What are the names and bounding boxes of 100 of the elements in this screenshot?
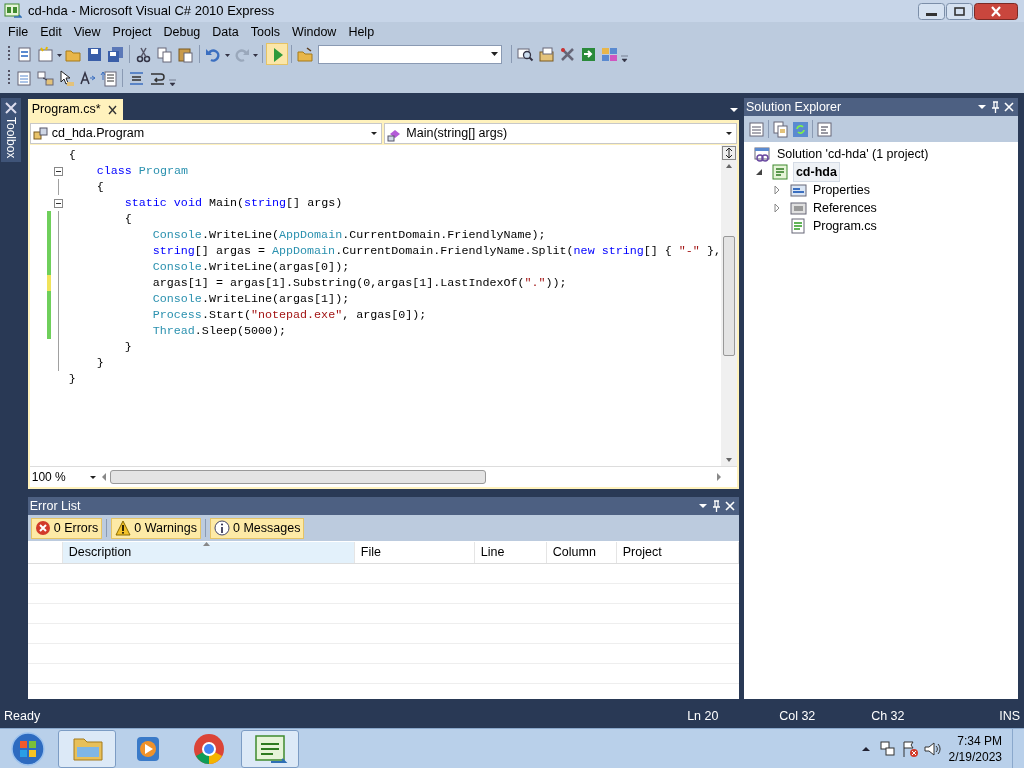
close-icon[interactable] xyxy=(1002,100,1016,114)
minimize-icon[interactable] xyxy=(918,2,945,20)
vertical-scrollbar[interactable] xyxy=(720,145,737,466)
maximize-icon[interactable] xyxy=(946,2,973,20)
tree-item[interactable]: Program.cs xyxy=(810,216,879,236)
dropdown-arrow-icon xyxy=(371,132,378,135)
tree-item[interactable]: Properties xyxy=(810,180,872,200)
code-line: static void Main(string[] args) xyxy=(124,195,343,211)
info-icon xyxy=(214,520,230,536)
tree-item[interactable]: Solution 'cd-hda' (1 project) xyxy=(774,144,931,164)
class-diagram-icon[interactable] xyxy=(37,69,54,87)
status-char: Ch 32 xyxy=(871,708,906,726)
filter-button[interactable]: 0 Errors xyxy=(30,517,103,539)
warning-icon xyxy=(115,520,132,536)
export-icon[interactable] xyxy=(580,45,597,63)
paste-icon[interactable] xyxy=(177,45,194,63)
scroll-right-icon[interactable] xyxy=(714,472,723,482)
menu-item[interactable]: Project xyxy=(106,22,158,42)
align-icon[interactable] xyxy=(128,69,145,87)
save-all-icon[interactable] xyxy=(107,45,124,63)
menu-item[interactable]: Help xyxy=(342,22,381,42)
menu-item[interactable]: Data xyxy=(206,22,245,42)
status-message: Ready xyxy=(4,708,42,726)
column-header[interactable]: File xyxy=(354,542,475,563)
menu-item[interactable]: Tools xyxy=(244,22,286,42)
configuration-combo[interactable] xyxy=(318,44,502,64)
tree-item[interactable]: References xyxy=(810,198,879,218)
dropdown-arrow-icon xyxy=(491,52,498,56)
toolbar-grip-icon xyxy=(7,45,11,63)
scroll-down-icon[interactable] xyxy=(724,456,733,464)
expand-arrow-icon[interactable] xyxy=(771,185,782,195)
code-line: Thread.Sleep(5000); xyxy=(152,323,287,339)
cut-icon[interactable] xyxy=(135,45,152,63)
folder-icon[interactable] xyxy=(297,45,314,63)
menu-item[interactable]: Window xyxy=(285,22,343,42)
csharp-file-icon xyxy=(789,218,807,234)
expand-arrow-icon[interactable] xyxy=(771,203,782,213)
split-icon[interactable] xyxy=(721,146,736,160)
scroll-up-icon[interactable] xyxy=(724,162,733,170)
column-header[interactable]: Description xyxy=(62,542,355,563)
zoom-dropdown[interactable]: 100 % xyxy=(29,468,100,486)
list-icon[interactable] xyxy=(16,69,33,87)
scroll-thumb[interactable] xyxy=(722,236,735,356)
tools-icon[interactable] xyxy=(559,45,576,63)
show-all-files-icon[interactable] xyxy=(771,120,789,138)
document-outline-icon[interactable] xyxy=(100,69,117,87)
start-button[interactable] xyxy=(266,43,288,65)
properties-icon[interactable] xyxy=(747,120,765,138)
text-icon[interactable] xyxy=(79,69,96,87)
speaker-icon[interactable] xyxy=(922,739,941,758)
menu-item[interactable]: View xyxy=(67,22,107,42)
window-title: cd-hda - Microsoft Visual C# 2010 Express xyxy=(28,2,275,21)
document-tab[interactable]: Program.cs* xyxy=(27,99,123,120)
code-line: class Program xyxy=(96,163,188,179)
code-line: Process.Start("notepad.exe", argas[0]); xyxy=(152,307,427,323)
status-line: Ln 20 xyxy=(687,708,720,726)
filter-button[interactable]: 0 Messages xyxy=(210,517,305,539)
class-icon xyxy=(32,125,49,142)
scroll-thumb[interactable] xyxy=(109,470,486,484)
solution-icon xyxy=(753,146,771,162)
toolbox-tab[interactable]: Toolbox xyxy=(0,98,21,163)
column-header[interactable]: Column xyxy=(546,542,617,563)
refresh-icon[interactable] xyxy=(791,120,809,138)
code-line: Console.WriteLine(argas[1]); xyxy=(152,291,350,307)
filter-button[interactable]: 0 Warnings xyxy=(111,517,201,539)
network-icon[interactable] xyxy=(878,739,897,758)
close-icon[interactable] xyxy=(974,2,1018,20)
new-project-icon[interactable] xyxy=(16,45,33,63)
flag-icon[interactable] xyxy=(900,739,919,758)
tools-icon xyxy=(3,101,18,115)
code-line: Console.WriteLine(AppDomain.CurrentDomain.FriendlyName); xyxy=(152,227,546,243)
copy-icon[interactable] xyxy=(156,45,173,63)
collapse-icon[interactable] xyxy=(54,166,64,176)
collapse-icon[interactable] xyxy=(54,198,64,208)
start-orb-icon[interactable] xyxy=(8,729,48,768)
view-code-icon[interactable] xyxy=(815,120,833,138)
taskbar-button[interactable] xyxy=(241,729,299,768)
code-line: argas[1] = argas[1].Substring(0,argas[1].LastIndexOf(".")); xyxy=(152,275,567,291)
panel-title: Error List xyxy=(29,497,82,515)
status-column: Col 32 xyxy=(779,707,872,726)
pointer-icon[interactable] xyxy=(58,69,75,87)
code-line: } xyxy=(124,339,132,355)
code-line: { xyxy=(68,147,76,163)
find-icon[interactable] xyxy=(517,45,534,63)
column-header[interactable]: Line xyxy=(474,542,547,563)
properties-icon[interactable] xyxy=(538,45,555,63)
menu-item[interactable]: Edit xyxy=(34,22,68,42)
types-dropdown[interactable]: cd_hda.Program xyxy=(29,123,383,144)
code-line: string[] argas = AppDomain.CurrentDomain.FriendlyName.Split(new string[] { "-" }, xyxy=(152,243,721,259)
tree-item[interactable]: cd-hda xyxy=(792,161,840,183)
column-header[interactable]: Project xyxy=(616,542,739,563)
panel-title: Solution Explorer xyxy=(745,98,843,116)
references-folder-icon xyxy=(789,200,807,216)
close-icon[interactable] xyxy=(722,499,737,513)
dropdown-arrow-icon xyxy=(89,475,96,479)
menu-item[interactable]: File xyxy=(2,22,35,42)
members-dropdown[interactable]: Main(string[] args) xyxy=(384,123,737,144)
menu-item[interactable]: Debug xyxy=(157,22,207,42)
save-icon[interactable] xyxy=(86,45,103,63)
clock[interactable]: 7:34 PM 2/19/2023 xyxy=(948,732,1002,765)
